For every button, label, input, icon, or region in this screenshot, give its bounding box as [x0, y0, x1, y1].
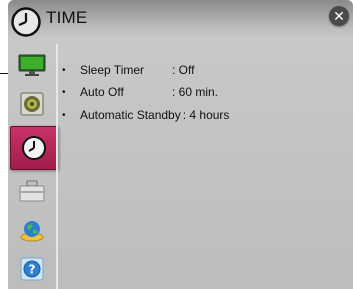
setting-auto-off[interactable]: • Auto Off : 60 min.	[60, 82, 218, 102]
sidebar-item-support[interactable]: ?	[12, 252, 52, 286]
sidebar-item-network[interactable]	[12, 213, 52, 247]
time-menu-panel: TIME ✕ ? • Sleep Timer: Off • Auto Off …	[8, 0, 353, 289]
setting-label: Automatic Standby	[80, 108, 181, 122]
bullet-icon: •	[62, 109, 66, 121]
clock-icon	[11, 7, 41, 37]
svg-text:?: ?	[29, 263, 36, 277]
close-button[interactable]: ✕	[329, 6, 349, 26]
sidebar-item-option[interactable]	[12, 174, 52, 208]
setting-sleep-timer[interactable]: • Sleep Timer : Off	[60, 60, 194, 80]
help-icon: ?	[20, 257, 44, 281]
toolbox-icon	[19, 180, 45, 202]
category-sidebar: ?	[8, 40, 58, 289]
globe-icon	[20, 221, 44, 242]
sidebar-item-audio[interactable]	[12, 87, 52, 121]
setting-value: : Off	[172, 63, 195, 77]
clock-icon	[22, 136, 46, 160]
close-icon: ✕	[333, 8, 345, 24]
bullet-icon: •	[62, 64, 66, 76]
sidebar-item-picture[interactable]	[12, 48, 52, 82]
sidebar-divider	[56, 44, 58, 289]
speaker-icon	[20, 92, 44, 116]
settings-list: • Sleep Timer : Off • Auto Off : 60 min.…	[60, 48, 350, 283]
monitor-icon	[18, 54, 46, 76]
bullet-icon: •	[62, 86, 66, 98]
setting-automatic-standby[interactable]: • Automatic Standby : 4 hours	[60, 105, 229, 125]
sidebar-item-time[interactable]	[10, 126, 58, 170]
page-title: TIME	[46, 8, 88, 27]
menu-header: TIME ✕	[8, 0, 353, 40]
setting-value: : 60 min.	[172, 85, 219, 99]
setting-value: : 4 hours	[182, 108, 230, 122]
setting-label: Sleep Timer	[80, 63, 145, 77]
setting-label: Auto Off	[80, 85, 124, 99]
pointer-line	[0, 73, 8, 74]
